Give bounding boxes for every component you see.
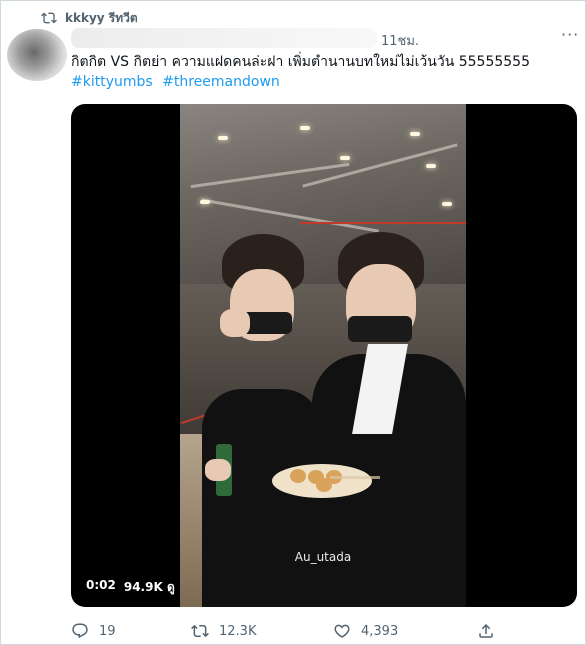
video-player[interactable]: Au_utada 0:02 94.9K ดู [71, 104, 577, 607]
more-options-icon[interactable]: ··· [561, 25, 579, 44]
person-left [202, 389, 322, 607]
like-button[interactable]: 4,393 [333, 622, 398, 640]
retweet-icon [41, 12, 57, 24]
retweet-context: kkkyy รีทวีต [41, 9, 138, 27]
author-name-blurred[interactable] [71, 28, 377, 48]
tweet-body: กิตกิต VS กิตย่า ความแฝดคนล่ะฝา เพิ่มตำน… [71, 52, 576, 92]
retweet-button[interactable]: 12.3K [191, 622, 256, 640]
reply-button[interactable]: 19 [71, 622, 116, 640]
hashtag-link[interactable]: #threemandown [162, 74, 280, 90]
video-watermark: Au_utada [294, 550, 352, 564]
hand [220, 309, 250, 337]
retweet-count: 12.3K [219, 623, 257, 639]
hashtag-list: #kittyumbs #threemandown [71, 72, 576, 92]
video-views: 94.9K ดู [123, 580, 175, 594]
share-button[interactable] [477, 622, 495, 640]
reply-count: 19 [99, 623, 116, 639]
tweet-text: กิตกิต VS กิตย่า ความแฝดคนล่ะฝา เพิ่มตำน… [71, 54, 530, 70]
retweet-label[interactable]: kkkyy รีทวีต [65, 9, 138, 28]
video-duration: 0:02 [86, 578, 116, 592]
retweet-icon [191, 624, 209, 638]
hashtag-link[interactable]: #kittyumbs [71, 74, 153, 90]
video-frame[interactable]: Au_utada [180, 104, 466, 607]
tweet-timestamp[interactable]: 11ชม. [381, 30, 419, 51]
share-icon [479, 623, 493, 638]
tweet-card[interactable]: kkkyy รีทวีต 11ชม. ··· กิตกิต VS กิตย่า … [0, 0, 586, 645]
action-bar: 19 12.3K 4,393 [71, 621, 501, 641]
reply-icon [72, 623, 88, 639]
like-count: 4,393 [361, 623, 399, 639]
heart-icon [334, 624, 350, 638]
video-meta: 0:02 94.9K ดู [86, 578, 175, 597]
avatar[interactable] [7, 29, 67, 81]
